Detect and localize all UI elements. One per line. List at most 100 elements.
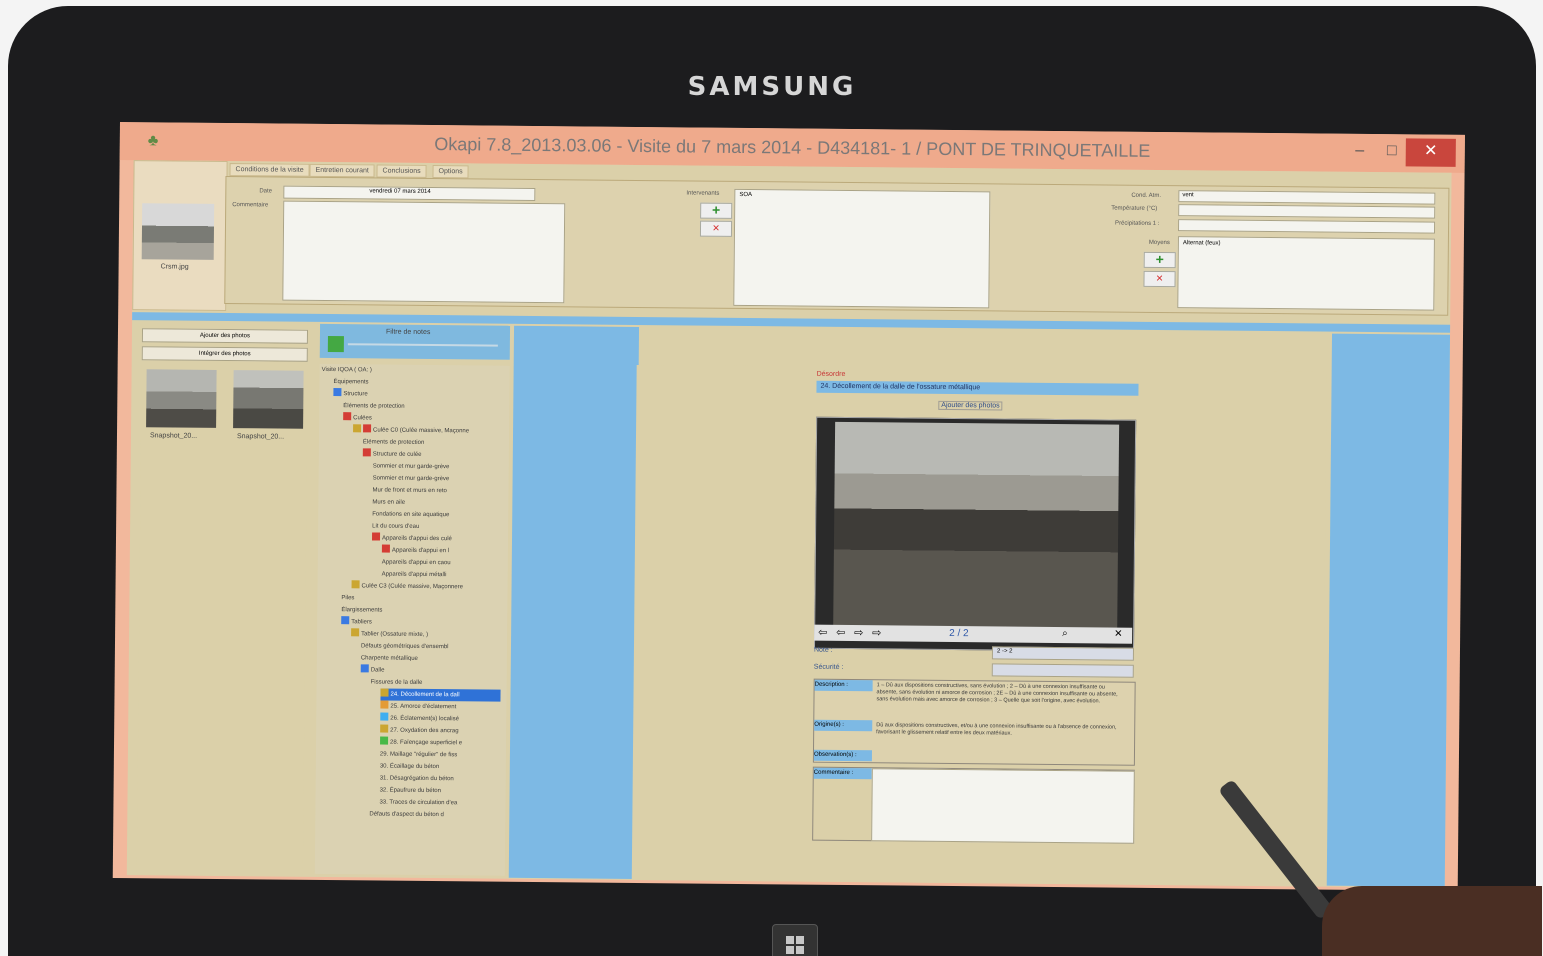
remove-moyen-button[interactable]: × [1143, 270, 1176, 288]
tree-dalle[interactable]: Dalle [360, 664, 385, 676]
visit-photo[interactable] [141, 203, 215, 260]
device-brand: SAMSUNG [687, 72, 857, 102]
tab-conditions[interactable]: Conditions de la visite [229, 163, 310, 177]
temperature-label: Température (°C) [1111, 205, 1158, 212]
tree-tabliers[interactable]: Tabliers [341, 616, 372, 628]
add-moyen-button[interactable]: + [1143, 251, 1176, 269]
tree-disorder-30[interactable]: 30. Écaillage du béton [380, 761, 440, 774]
moyen-item[interactable]: Alternat (feux) [1183, 240, 1221, 246]
tree-sommier-2[interactable]: Sommier et mur garde-grève [373, 472, 450, 485]
tree-fondations[interactable]: Fondations en site aquatique [372, 508, 449, 521]
photo-navigation: ⇦ ⇦ ⇨ ⇨ 2 / 2 ⌕ ✕ [814, 624, 1133, 644]
tree-protection[interactable]: Éléments de protection [363, 436, 424, 449]
filter-slider[interactable] [347, 343, 498, 347]
snapshot-thumb-1[interactable] [146, 369, 217, 428]
disorder-detail-panel: Désordre 24. Décollement de la dalle de … [631, 364, 1327, 887]
tree-appareils-1[interactable]: Appareils d'appui en l [381, 544, 449, 558]
structure-tree: Visite IQOA ( OA: ) Équipements Structur… [314, 363, 510, 876]
temperature-input[interactable] [1178, 204, 1436, 219]
screen: ♣ Okapi 7.8_2013.03.06 - Visite du 7 mar… [112, 122, 1465, 891]
intervenants-list[interactable]: SOA [733, 188, 991, 309]
first-arrow-icon[interactable]: ⇦ [818, 626, 827, 639]
tree-structure-culee[interactable]: Structure de culée [362, 448, 422, 461]
tree-piles[interactable]: Piles [341, 592, 354, 604]
precipitations-input[interactable] [1178, 219, 1436, 234]
tree-mur-front[interactable]: Mur de front et murs en reto [372, 484, 446, 497]
tree-disorder-27[interactable]: 27. Oxydation des ancrag [380, 724, 459, 738]
date-field[interactable]: vendredi 07 mars 2014 [283, 185, 536, 201]
tree-disorder-26[interactable]: 26. Éclatement(s) localisé [380, 712, 459, 726]
add-intervenant-button[interactable]: + [700, 202, 733, 219]
tree-murs-aile[interactable]: Murs en aile [372, 496, 405, 508]
integrate-photos-button[interactable]: Intégrer des photos [141, 346, 308, 362]
securite-select[interactable] [991, 663, 1134, 678]
last-arrow-icon[interactable]: ⇨ [872, 626, 881, 639]
moyens-label: Moyens [1148, 239, 1170, 247]
tree-elargissements[interactable]: Élargissements [341, 604, 382, 616]
add-photos-link[interactable]: Ajouter des photos [938, 400, 1003, 411]
tree-sommier-1[interactable]: Sommier et mur garde-grève [373, 460, 450, 473]
snapshot-thumb-2[interactable] [233, 370, 304, 429]
intervenant-item[interactable]: SOA [739, 192, 752, 198]
tree-disorder-31[interactable]: 31. Désagrégation du béton [380, 773, 454, 786]
disorder-section-label: Désordre [816, 370, 846, 378]
photo-counter: 2 / 2 [949, 627, 969, 640]
comment-panel: Commentaire : [812, 766, 1135, 844]
cond-atm-select[interactable]: vent [1178, 190, 1436, 205]
note-select[interactable]: 2 -> 2 [991, 646, 1134, 661]
comment-label: Commentaire [232, 202, 269, 209]
tree-elements-protection[interactable]: Éléments de protection [343, 400, 404, 413]
tree-appareils-3[interactable]: Appareils d'appui métalli [382, 569, 447, 582]
tree-appareils[interactable]: Appareils d'appui des culé [371, 532, 452, 545]
observations-label: Observation(s) : [813, 749, 873, 762]
comment-textarea[interactable] [871, 768, 1135, 844]
add-photos-button[interactable]: Ajouter des photos [141, 328, 309, 344]
close-button[interactable]: ✕ [1405, 138, 1456, 167]
tree-disorder-32[interactable]: 32. Épaufrure du béton [380, 785, 442, 798]
visit-photo-filename: Crsm.jpg [160, 263, 189, 271]
tree-tablier[interactable]: Tablier (Ossature mixte, ) [351, 628, 428, 641]
description-label: Description : [814, 679, 873, 692]
windows-button[interactable] [772, 924, 818, 956]
tree-defauts-geo[interactable]: Défauts géométriques d'ensembl [361, 640, 449, 653]
moyens-list[interactable]: Alternat (feux) [1177, 236, 1435, 311]
tab-entretien[interactable]: Entretien courant [309, 163, 375, 178]
tree-lit-cours[interactable]: Lit du cours d'eau [372, 520, 419, 532]
next-arrow-icon[interactable]: ⇨ [854, 626, 863, 639]
cond-atm-value: vent [1182, 192, 1194, 199]
minimize-button[interactable]: – [1345, 138, 1375, 166]
close-photo-icon[interactable]: ✕ [1114, 629, 1122, 640]
tab-options[interactable]: Options [432, 165, 469, 179]
tree-fissures[interactable]: Fissures de la dalle [371, 676, 423, 688]
snapshot-label-1: Snapshot_20... [149, 432, 198, 440]
remove-intervenant-button[interactable]: × [699, 220, 733, 237]
tree-culee-c3[interactable]: Culée C3 (Culée massive, Maçonnere [351, 580, 463, 593]
tree-appareils-2[interactable]: Appareils d'appui en caou [382, 557, 451, 570]
tree-structure[interactable]: Structure [333, 388, 368, 400]
comment-label: Commentaire : [813, 767, 872, 780]
tree-disorder-28[interactable]: 28. Faïençage superficiel e [380, 736, 462, 750]
tree-culee-c0[interactable]: Culée C0 (Culée massive, Maçonne [353, 424, 469, 437]
maximize-button[interactable]: □ [1377, 138, 1407, 166]
tree-equipements[interactable]: Équipements [333, 376, 368, 388]
comment-field[interactable] [282, 200, 566, 304]
tree-culees[interactable]: Culées [343, 412, 372, 424]
tree-root[interactable]: Visite IQOA ( OA: ) [322, 364, 372, 376]
tree-disorder-25[interactable]: 25. Amorce d'éclatement [380, 700, 456, 714]
tablet-bezel: SAMSUNG ♣ Okapi 7.8_2013.03.06 - Visite … [8, 6, 1536, 956]
note-label: Note : [813, 646, 833, 654]
disorder-photo[interactable] [833, 421, 1120, 631]
prev-arrow-icon[interactable]: ⇦ [836, 626, 845, 639]
tree-charpente[interactable]: Charpente métallique [361, 652, 418, 665]
photo-viewer [813, 416, 1137, 652]
note-value: 2 -> 2 [996, 648, 1013, 655]
tab-conclusions[interactable]: Conclusions [376, 164, 427, 178]
photos-panel: Ajouter des photos Intégrer des photos S… [136, 322, 309, 876]
precipitations-label: Précipitations 1 : [1115, 220, 1160, 227]
tree-defauts-aspect[interactable]: Défauts d'aspect du béton d [369, 808, 444, 821]
zoom-icon[interactable]: ⌕ [1062, 628, 1068, 639]
conditions-panel: Date vendredi 07 mars 2014 Commentaire I… [224, 176, 1450, 316]
blue-spacer-panel [508, 325, 640, 879]
tree-disorder-33[interactable]: 33. Traces de circulation d'ea [379, 797, 457, 810]
tree-disorder-29[interactable]: 29. Maillage "régulier" de fiss [380, 749, 457, 762]
